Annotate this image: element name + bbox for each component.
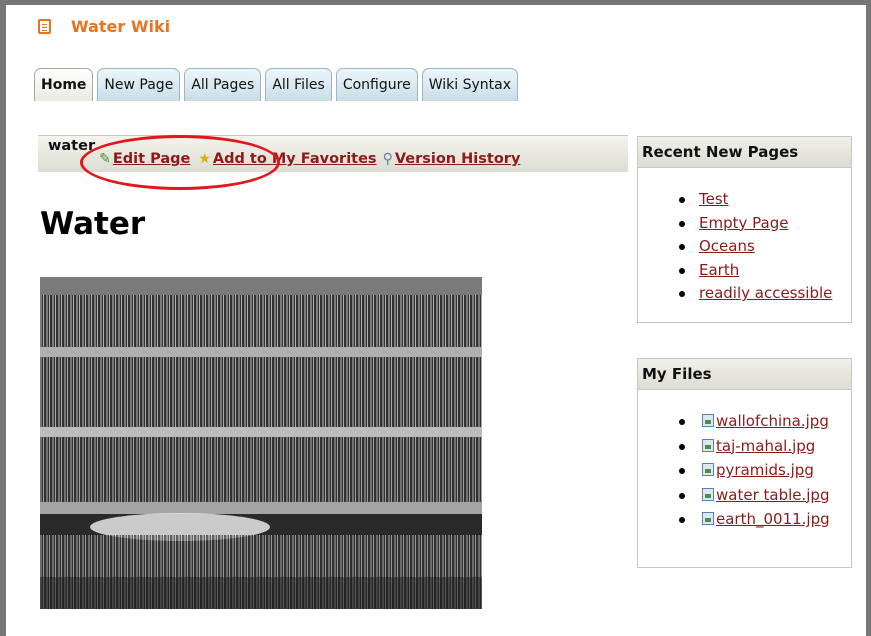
recent-pages-title: Recent New Pages — [638, 137, 851, 168]
version-history-action[interactable]: ⚲ Version History — [383, 151, 521, 167]
tab-configure[interactable]: Configure — [335, 68, 418, 101]
list-item: Test — [638, 188, 851, 212]
window-border-top — [0, 0, 871, 5]
image-file-icon — [702, 438, 714, 452]
file-link[interactable]: taj-mahal.jpg — [716, 437, 815, 455]
list-item: Earth — [638, 259, 851, 283]
tab-home[interactable]: Home — [34, 68, 94, 101]
my-files-panel: My Files wallofchina.jpg taj-mahal.jpg p… — [637, 358, 852, 568]
recent-page-link[interactable]: Empty Page — [699, 214, 788, 232]
image-file-icon — [702, 487, 714, 501]
list-item: wallofchina.jpg — [638, 409, 851, 434]
list-item: Empty Page — [638, 212, 851, 236]
recent-page-link[interactable]: readily accessible — [699, 284, 832, 302]
image-file-icon — [702, 512, 714, 525]
recent-pages-panel: Recent New Pages Test Empty Page Oceans … — [637, 136, 852, 323]
history-icon: ⚲ — [382, 151, 393, 167]
notepad-icon — [38, 19, 51, 34]
image-file-icon — [702, 414, 714, 427]
app-header: Water Wiki — [38, 17, 170, 36]
tab-new-page[interactable]: New Page — [97, 68, 181, 101]
tab-all-pages[interactable]: All Pages — [184, 68, 262, 101]
list-item: water table.jpg — [638, 483, 851, 508]
window-border-right — [866, 0, 871, 636]
tab-bar: Home New Page All Pages All Files Config… — [34, 68, 522, 101]
edit-page-highlight-annotation — [80, 135, 280, 190]
file-link[interactable]: water table.jpg — [716, 486, 829, 504]
list-item: pyramids.jpg — [638, 458, 851, 483]
tab-all-files[interactable]: All Files — [265, 68, 332, 101]
image-file-icon — [702, 463, 714, 476]
my-files-list: wallofchina.jpg taj-mahal.jpg pyramids.j… — [638, 409, 851, 532]
recent-page-link[interactable]: Oceans — [699, 237, 755, 255]
my-files-title: My Files — [638, 359, 851, 390]
page-title: Water — [40, 206, 146, 242]
list-item: taj-mahal.jpg — [638, 434, 851, 459]
recent-pages-list: Test Empty Page Oceans Earth readily acc… — [638, 188, 851, 306]
version-history-link[interactable]: Version History — [395, 151, 521, 167]
waterfall-image — [40, 277, 482, 609]
file-link[interactable]: earth_0011.jpg — [716, 510, 830, 528]
file-link[interactable]: pyramids.jpg — [716, 461, 814, 479]
app-title[interactable]: Water Wiki — [71, 17, 170, 36]
list-item: Oceans — [638, 235, 851, 259]
tab-wiki-syntax[interactable]: Wiki Syntax — [421, 68, 518, 101]
list-item: readily accessible — [638, 282, 851, 306]
recent-page-link[interactable]: Test — [699, 190, 729, 208]
list-item: earth_0011.jpg — [638, 507, 851, 532]
file-link[interactable]: wallofchina.jpg — [716, 412, 829, 430]
window-border-left — [0, 0, 6, 636]
recent-page-link[interactable]: Earth — [699, 261, 739, 279]
